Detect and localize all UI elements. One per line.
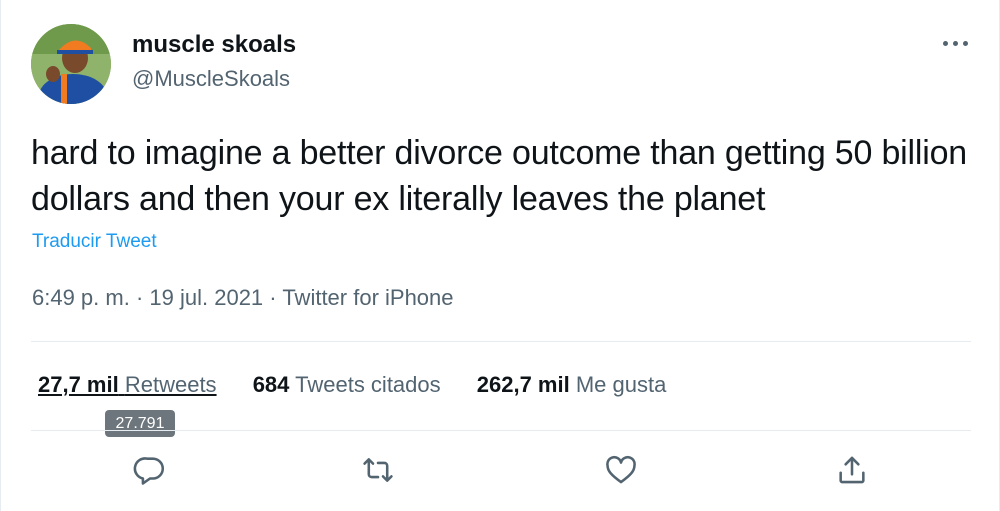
tweet-text: hard to imagine a better divorce outcome…: [31, 134, 968, 218]
tweet-metadata: 6:49 p. m. · 19 jul. 2021 · Twitter for …: [32, 285, 454, 311]
more-options-icon[interactable]: [941, 33, 971, 53]
retweets-stat[interactable]: 27,7 mil Retweets: [38, 372, 217, 398]
avatar[interactable]: [31, 24, 111, 104]
retweet-icon[interactable]: [361, 453, 395, 487]
quotes-stat[interactable]: 684 Tweets citados: [253, 372, 441, 398]
quotes-count: 684: [252, 372, 290, 397]
divider: [31, 341, 971, 342]
tweet-time[interactable]: 6:49 p. m.: [32, 285, 130, 310]
user-handle[interactable]: @MuscleSkoals: [132, 66, 290, 92]
divider: [31, 430, 971, 431]
likes-count: 262,7 mil: [476, 372, 570, 397]
meta-separator: ·: [129, 285, 150, 310]
display-name[interactable]: muscle skoals: [132, 31, 296, 59]
retweets-count: 27,7 mil: [38, 372, 119, 397]
like-icon[interactable]: [604, 453, 638, 487]
retweets-label: Retweets: [124, 372, 217, 397]
share-icon[interactable]: [835, 453, 869, 487]
reply-icon[interactable]: [133, 453, 167, 487]
meta-separator: ·: [263, 285, 283, 310]
tweet-date[interactable]: 19 jul. 2021: [149, 285, 263, 310]
quotes-label: Tweets citados: [295, 372, 441, 397]
tooltip: 27.791: [105, 410, 175, 437]
likes-label: Me gusta: [575, 372, 667, 397]
likes-stat[interactable]: 262,7 mil Me gusta: [477, 372, 667, 398]
tweet-card: muscle skoals @MuscleSkoals hard to imag…: [0, 0, 1000, 511]
tweet-source[interactable]: Twitter for iPhone: [282, 285, 453, 310]
avatar-image: [31, 24, 111, 104]
translate-tweet-link[interactable]: Traducir Tweet: [32, 231, 157, 253]
engagement-stats: 27,7 mil Retweets 684 Tweets citados 262…: [38, 372, 696, 398]
